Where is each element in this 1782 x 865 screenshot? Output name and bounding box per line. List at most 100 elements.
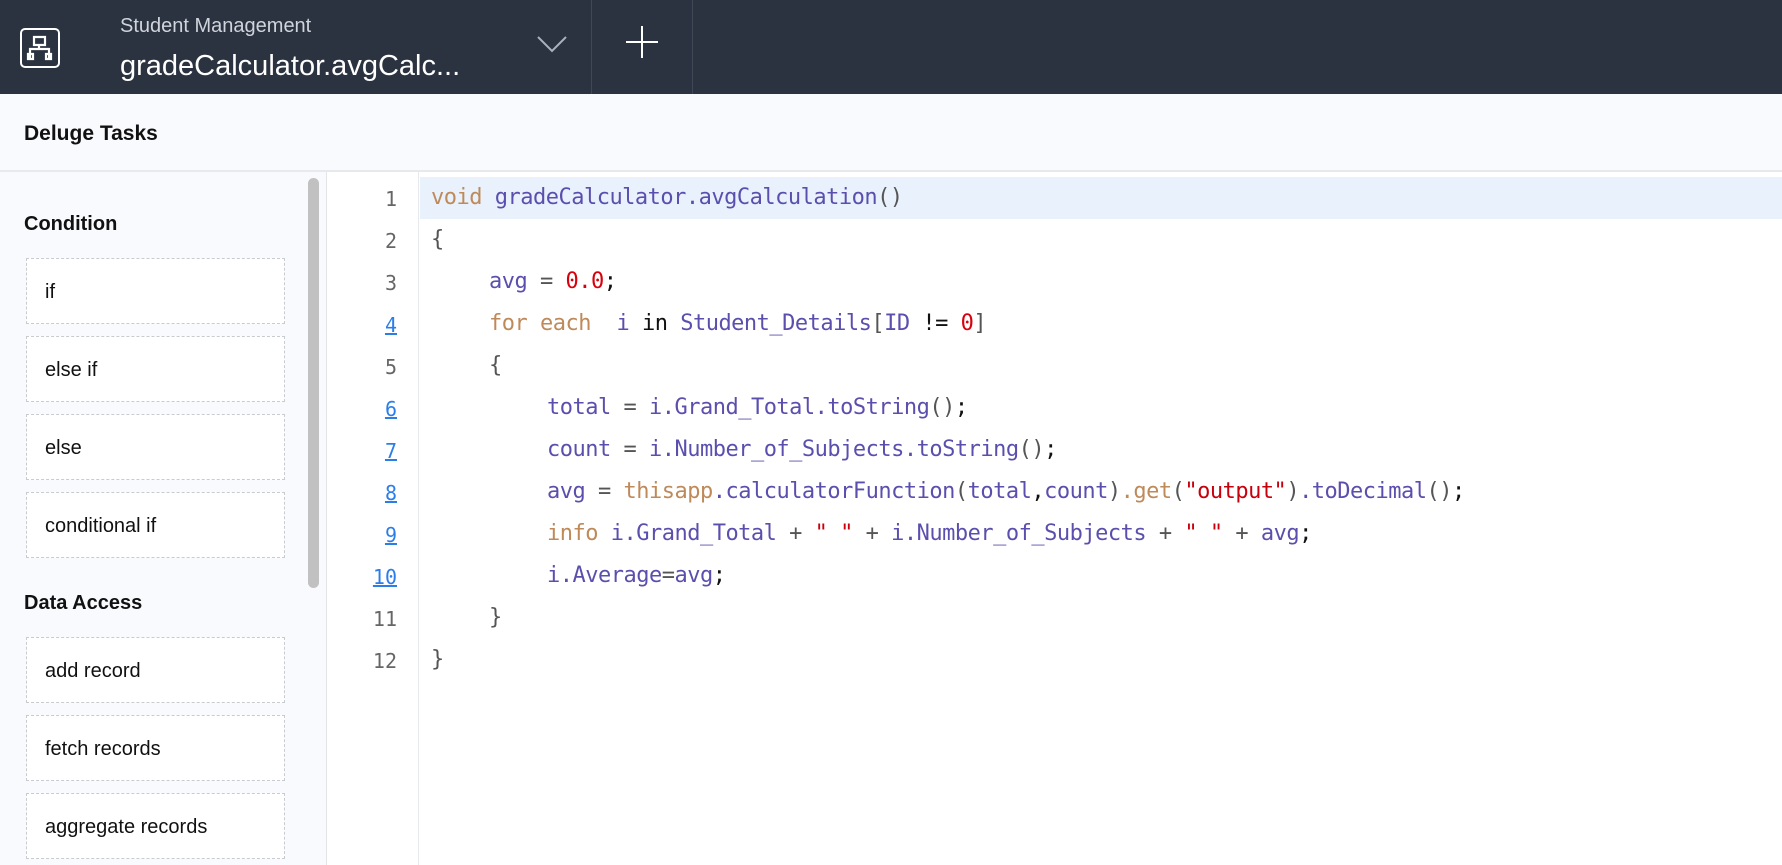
code-token: () — [877, 185, 903, 210]
code-token: ; — [603, 269, 617, 294]
code-token: + — [776, 521, 815, 546]
code-line[interactable]: i.Average=avg; — [547, 563, 726, 588]
code-token: .toDecimal — [1299, 479, 1427, 504]
code-token: } — [431, 647, 444, 672]
code-token: [ — [871, 311, 885, 336]
code-token: ; — [712, 563, 726, 588]
code-token: " " — [1184, 521, 1223, 546]
code-line[interactable]: { — [431, 227, 444, 252]
code-line[interactable]: avg = thisapp.calculatorFunction(total,c… — [547, 479, 1465, 504]
code-token: , — [1031, 479, 1045, 504]
code-token: total — [547, 395, 611, 420]
code-token: .calculatorFunction — [712, 479, 956, 504]
code-token: = — [585, 479, 624, 504]
code-token: i.Number_of_Subjects — [891, 521, 1147, 546]
code-token: ( — [954, 479, 968, 504]
code-token: + — [1146, 521, 1185, 546]
code-token: avg — [674, 563, 713, 588]
task-aggregate-records[interactable]: aggregate records — [26, 793, 285, 859]
task-if[interactable]: if — [26, 258, 285, 324]
code-token: = — [661, 563, 675, 588]
line-number: 12 — [372, 649, 397, 673]
task-else-if[interactable]: else if — [26, 336, 285, 402]
code-token: avg — [547, 479, 586, 504]
code-line[interactable]: void gradeCalculator.avgCalculation() — [431, 185, 903, 210]
code-token: i.Average — [547, 563, 662, 588]
code-token: != — [922, 311, 961, 336]
code-token: ID — [884, 311, 923, 336]
code-token: ; — [1452, 479, 1465, 504]
code-line[interactable]: } — [489, 605, 502, 630]
code-token: () — [929, 395, 955, 420]
app-icon[interactable] — [20, 28, 60, 68]
code-token: "output" — [1184, 479, 1287, 504]
code-line[interactable]: info i.Grand_Total + " " + i.Number_of_S… — [547, 521, 1312, 546]
sidebar-scrollbar[interactable] — [308, 178, 319, 588]
code-line[interactable]: total = i.Grand_Total.toString(); — [547, 395, 968, 420]
code-line[interactable]: } — [431, 647, 444, 672]
code-token: " " — [814, 521, 854, 546]
top-bar: Student Management gradeCalculator.avgCa… — [0, 0, 1782, 94]
code-token: } — [489, 605, 502, 630]
line-number[interactable]: 4 — [327, 313, 397, 337]
code-token: + — [852, 521, 892, 546]
section-condition: Condition — [24, 213, 118, 235]
deluge-tasks-header: Deluge Tasks — [0, 94, 1782, 172]
code-token: = — [527, 269, 566, 294]
code-line[interactable]: for each i in Student_Details[ID != 0] — [489, 311, 987, 336]
line-number: 5 — [384, 355, 397, 379]
code-token: i — [616, 311, 642, 336]
code-token: ; — [954, 395, 968, 420]
line-number: 11 — [372, 607, 397, 631]
line-number[interactable]: 7 — [327, 439, 397, 463]
code-token: + — [1222, 521, 1261, 546]
code-token: i.Grand_Total — [610, 521, 777, 546]
code-token: ; — [1299, 521, 1312, 546]
line-number[interactable]: 8 — [327, 481, 397, 505]
code-token: in — [641, 311, 681, 336]
task-conditional-if[interactable]: conditional if — [26, 492, 285, 558]
code-line[interactable]: avg = 0.0; — [489, 269, 617, 294]
function-title[interactable]: gradeCalculator.avgCalc... — [120, 50, 460, 83]
task-fetch-records[interactable]: fetch records — [26, 715, 285, 781]
code-token: ) — [1286, 479, 1300, 504]
line-number: 3 — [384, 271, 397, 295]
code-token: ; — [1044, 437, 1057, 462]
divider — [692, 0, 693, 94]
code-token: 0 — [960, 311, 974, 336]
code-token: { — [489, 353, 502, 378]
code-token: for each — [489, 311, 617, 336]
code-token: info — [547, 521, 611, 546]
code-token: { — [431, 227, 444, 252]
code-token: i.Grand_Total.toString — [648, 395, 930, 420]
code-token: ( — [1171, 479, 1185, 504]
line-number[interactable]: 9 — [327, 523, 397, 547]
app-name: Student Management — [120, 15, 312, 37]
code-token: thisapp — [623, 479, 714, 504]
chevron-down-icon[interactable] — [535, 28, 569, 58]
code-token: ] — [973, 311, 987, 336]
code-token: 0.0 — [565, 269, 605, 294]
code-token: () — [1018, 437, 1045, 462]
deluge-tasks-title: Deluge Tasks — [24, 122, 158, 145]
code-token: avg — [489, 269, 528, 294]
code-token: = — [610, 437, 649, 462]
line-number: 2 — [384, 229, 397, 253]
line-number: 1 — [384, 187, 397, 211]
code-token: total — [967, 479, 1032, 504]
task-else[interactable]: else — [26, 414, 285, 480]
line-number[interactable]: 10 — [327, 565, 397, 589]
add-tab-button[interactable] — [622, 22, 662, 62]
code-line[interactable]: { — [489, 353, 502, 378]
code-token: count — [547, 437, 611, 462]
divider — [591, 0, 592, 94]
code-token: void — [431, 185, 495, 210]
task-add-record[interactable]: add record — [26, 637, 285, 703]
code-line[interactable]: count = i.Number_of_Subjects.toString(); — [547, 437, 1057, 462]
code-token: count — [1044, 479, 1108, 504]
code-token: avg — [1260, 521, 1300, 546]
line-number[interactable]: 6 — [327, 397, 397, 421]
section-data-access: Data Access — [24, 592, 143, 614]
code-token: Student_Details — [680, 311, 872, 336]
code-token: i.Number_of_Subjects.toString — [648, 437, 1019, 462]
